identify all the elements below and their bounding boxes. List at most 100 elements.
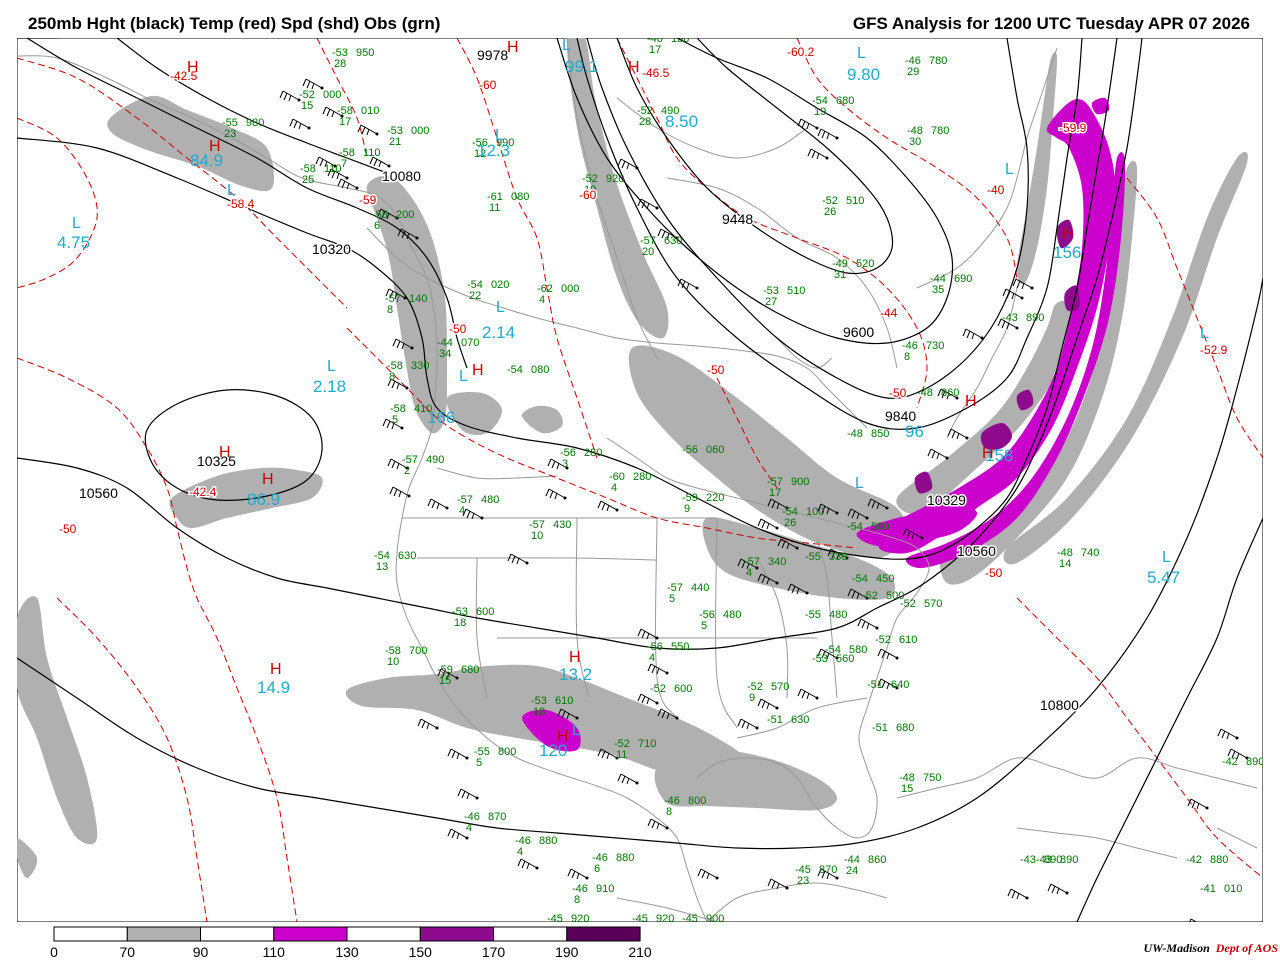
obs-height: 100 [806,506,824,518]
obs-height: 480 [829,609,847,621]
low-center-letter: L [1162,549,1171,566]
temp-label: -59.9 [1059,121,1087,135]
obs-dewpoint: 17 [769,487,781,499]
obs-height: 890 [1246,756,1263,768]
obs-temp: -41 [1200,883,1216,895]
obs-height: 000 [561,283,579,295]
height-label: 10080 [382,168,421,184]
obs-dewpoint: 5 [701,620,707,632]
low-center-letter: L [572,722,581,739]
obs-dewpoint: 13 [376,561,388,573]
low-center-letter: L [496,299,505,316]
obs-height: 890 [1060,854,1078,866]
high-center-letter: H [557,728,569,745]
obs-temp: -43 [1036,854,1052,866]
obs-height: 080 [511,191,529,203]
obs-height: 870 [488,811,506,823]
obs-height: 900 [791,476,809,488]
speed-label: 2.14 [482,323,515,342]
obs-height: 490 [426,454,444,466]
legend-swatch [493,926,568,942]
obs-dewpoint: 4 [746,567,752,579]
obs-height: 580 [871,521,889,533]
obs-height: 680 [896,722,914,734]
obs-dewpoint: 4 [459,505,465,517]
obs-temp: -43 [1020,854,1036,866]
obs-temp: -54 [847,521,863,533]
obs-temp: -52 [862,590,878,602]
obs-height: 520 [856,258,874,270]
temp-label: -52.9 [1200,343,1228,357]
obs-height: 110 [363,147,381,159]
obs-dewpoint: 26 [784,517,796,529]
height-label: 9600 [843,324,874,340]
legend-swatch [419,926,495,942]
obs-dewpoint: 9 [684,503,690,515]
obs-dewpoint: 34 [439,348,451,360]
legend-swatch [566,926,641,942]
height-label: 10329 [927,492,966,508]
obs-dewpoint: 14 [1059,558,1071,570]
speed-legend: 0 70 90 110 130 150 170 190 210 [50,926,652,960]
obs-height: 910 [596,883,614,895]
high-center-letter: H [965,393,977,410]
height-label: 10560 [957,543,996,559]
obs-dewpoint: 10 [387,656,399,668]
obs-height: 630 [664,235,682,247]
obs-dewpoint: 23 [797,875,809,887]
obs-temp: -48 [847,428,863,440]
speed-label: 2.18 [313,377,346,396]
legend-tick-label: 150 [409,944,433,960]
obs-height: 920 [656,913,674,922]
obs-height: 340 [768,556,786,568]
temp-label: -50 [707,363,725,377]
obs-height: 900 [706,913,724,922]
obs-height: 480 [723,609,741,621]
obs-dewpoint: 4 [649,652,655,664]
obs-dewpoint: 26 [824,206,836,218]
obs-dewpoint: 35 [932,284,944,296]
obs-height: 870 [819,864,837,876]
obs-dewpoint: 28 [334,58,346,70]
legend-swatch [346,926,421,942]
obs-height: 280 [633,471,651,483]
obs-dewpoint: 2 [404,465,410,477]
obs-dewpoint: 21 [389,136,401,148]
legend-swatch [273,926,348,942]
obs-height: 570 [771,681,789,693]
legend-tick-label: 210 [628,944,652,960]
obs-dewpoint: 17 [339,116,351,128]
chart-title-left: 250mb Hght (black) Temp (red) Spd (shd) … [28,14,441,33]
obs-height: 640 [891,679,909,691]
obs-dewpoint: 28 [639,116,651,128]
obs-height: 780 [931,125,949,137]
weather-map: -53 95028-52 00015 -58 01017-53 00021 -56 99012… [17,38,1263,922]
obs-height: 880 [616,852,634,864]
obs-dewpoint: 3 [562,458,568,470]
speed-label: 96 [905,422,924,441]
temp-label: -40 [987,183,1005,197]
obs-dewpoint: 17 [649,44,661,56]
obs-dewpoint: 23 [224,128,236,140]
obs-temp: -53 [812,653,828,665]
obs-temp: -51 [767,714,783,726]
high-center-letter: H [262,471,274,488]
obs-height: 920 [606,173,624,185]
temp-label: -59 [359,193,377,207]
obs-height: 860 [868,854,886,866]
obs-dewpoint: 29 [907,66,919,78]
obs-height: 280 [584,447,602,459]
speed-label: 4.75 [57,233,90,252]
obs-height: 110 [324,163,342,175]
temp-label: -50 [889,386,907,400]
obs-height: 070 [461,337,479,349]
high-center-letter: H [569,649,581,666]
legend-swatch [200,926,275,942]
obs-temp: -48 [917,387,933,399]
obs-temp: -45 [547,913,563,922]
obs-height: 980 [246,117,264,129]
temp-label: -42.4 [189,485,217,499]
high-center-letter: H [219,444,231,461]
obs-dewpoint: 31 [834,269,846,281]
low-center-letter: L [1005,161,1014,178]
